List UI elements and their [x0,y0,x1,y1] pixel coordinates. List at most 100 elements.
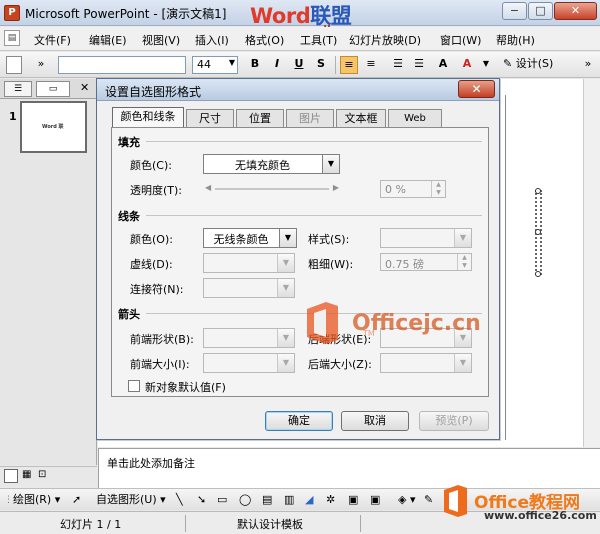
picture-icon[interactable]: ▣ [370,492,380,508]
oval-icon[interactable]: ◯ [239,492,251,508]
increase-font-icon[interactable]: A [434,56,452,74]
slide-canvas[interactable] [505,95,583,440]
chevron-down-icon[interactable]: ▼ [277,354,294,372]
font-name-field[interactable] [58,56,186,74]
toolbar-chevron-icon[interactable]: » [36,56,46,74]
align-center-icon[interactable]: ≡ [340,56,358,74]
tab-picture[interactable]: 图片 [286,109,334,127]
menu-window[interactable]: 窗口(W) [440,32,481,48]
default-checkbox[interactable] [128,380,140,392]
begin-size-label: 前端大小(I): [130,358,190,371]
numbering-icon[interactable]: ☰ [389,56,407,74]
slide-thumbnail[interactable]: Word 联 [20,101,87,153]
autoshapes-menu[interactable]: 自选图形(U) ▾ [96,492,166,508]
line-style-label: 样式(S): [308,233,350,246]
resize-handle[interactable] [535,188,541,194]
chevron-down-icon[interactable]: ▼ [277,329,294,347]
dialog-title-bar: 设置自选图形格式 ✕ [97,79,499,101]
transparency-spinner[interactable]: 0 % ▲ ▼ [380,180,446,198]
slideshow-icon[interactable]: ⊡ [38,469,52,483]
spin-up-icon[interactable]: ▲ [457,254,471,262]
dashed-select[interactable]: ▼ [203,253,295,273]
chevron-down-icon[interactable]: ▼ [322,155,339,173]
format-autoshape-dialog: 设置自选图形格式 ✕ 颜色和线条 尺寸 位置 图片 文本框 Web 填充 颜色(… [96,78,500,440]
menu-format[interactable]: 格式(O) [245,32,284,48]
font-size-field[interactable]: 44 ▼ [192,56,238,74]
end-size-select[interactable]: ▼ [380,353,472,373]
fill-color-icon[interactable]: ◈ ▾ [398,492,415,508]
underline-button[interactable]: U [290,56,308,74]
rectangle-icon[interactable]: ▭ [217,492,227,508]
new-document-icon[interactable] [6,56,22,74]
tab-textbox[interactable]: 文本框 [336,109,386,127]
menu-edit[interactable]: 编辑(E) [89,32,127,48]
resize-handle[interactable] [535,271,541,277]
notes-pane[interactable]: 单击此处添加备注 [98,448,600,488]
spin-up-icon[interactable]: ▲ [431,181,445,189]
tab-position[interactable]: 位置 [236,109,284,127]
menu-tools[interactable]: 工具(T) [300,32,337,48]
diagram-icon[interactable]: ✲ [326,492,335,508]
tab-size[interactable]: 尺寸 [186,109,234,127]
vertical-scrollbar[interactable] [583,79,600,447]
powerpoint-icon[interactable]: P [4,5,20,21]
design-button[interactable]: ✎ 设计(S) [503,56,561,74]
line-weight-spinner[interactable]: 0.75 磅 ▲ ▼ [380,253,472,271]
line-style-select[interactable]: ▼ [380,228,472,248]
cancel-button[interactable]: 取消 [341,411,409,431]
menu-slideshow[interactable]: 幻灯片放映(D) [349,32,421,48]
chevron-down-icon[interactable]: ▼ [277,254,294,272]
italic-button[interactable]: I [268,56,286,74]
close-icon[interactable]: ✕ [80,81,89,94]
arrow-icon[interactable]: ➘ [197,492,206,508]
document-icon[interactable]: ▤ [4,30,20,46]
select-objects-icon[interactable]: ➚ [72,492,81,508]
connector-select[interactable]: ▼ [203,278,295,298]
close-button[interactable]: ✕ [554,2,597,20]
textbox-vertical-icon[interactable]: ▥ [284,492,294,508]
line-color-icon[interactable]: ✎ [424,492,433,508]
tab-colors-lines[interactable]: 颜色和线条 [112,107,184,127]
begin-size-select[interactable]: ▼ [203,353,295,373]
tab-slides[interactable]: ▭ [36,81,70,97]
bold-button[interactable]: B [246,56,264,74]
spin-down-icon[interactable]: ▼ [457,262,471,270]
tab-web[interactable]: Web [388,109,442,127]
line-color-select[interactable]: 无线条颜色 ▼ [203,228,297,248]
spin-down-icon[interactable]: ▼ [431,189,445,197]
align-right-icon[interactable]: ≡ [362,56,380,74]
normal-view-icon[interactable] [4,469,18,483]
menu-insert[interactable]: 插入(I) [195,32,229,48]
toolbar-options-icon[interactable]: » [582,56,594,74]
minimize-button[interactable]: − [502,2,527,20]
tab-panel: 填充 颜色(C): 无填充颜色 ▼ 透明度(T): ◀ ▶ 0 % ▲ ▼ 线条… [111,127,489,397]
shadow-button[interactable]: S [312,56,330,74]
resize-handle[interactable] [535,229,541,235]
chevron-down-icon[interactable]: ▼ [279,229,296,247]
menu-view[interactable]: 视图(V) [142,32,180,48]
line-weight-label: 粗细(W): [308,258,354,271]
maximize-button[interactable]: □ [528,2,553,20]
slide-sorter-icon[interactable]: ▦ [22,469,36,483]
clipart-icon[interactable]: ▣ [348,492,358,508]
menu-help[interactable]: 帮助(H) [496,32,535,48]
bullets-icon[interactable]: ☰ [410,56,428,74]
tab-outline[interactable]: ☰ [4,81,32,97]
chevron-down-icon[interactable]: ▼ [454,354,471,372]
chevron-down-icon[interactable]: ▼ [229,58,235,67]
menu-file[interactable]: 文件(F) [34,32,71,48]
wordart-icon[interactable]: ◢ [305,492,313,508]
chevron-down-icon[interactable]: ▼ [277,279,294,297]
transparency-slider[interactable]: ◀ ▶ [205,183,339,195]
preview-button[interactable]: 预览(P) [419,411,489,431]
begin-style-select[interactable]: ▼ [203,328,295,348]
fill-color-select[interactable]: 无填充颜色 ▼ [203,154,340,174]
line-icon[interactable]: ╲ [176,492,183,508]
chevron-down-icon[interactable]: ▼ [454,229,471,247]
textbox-icon[interactable]: ▤ [262,492,272,508]
draw-menu[interactable]: 绘图(R) ▾ [13,492,60,508]
font-color-icon[interactable]: A [458,56,476,74]
ok-button[interactable]: 确定 [265,411,333,431]
chevron-down-icon[interactable]: ▼ [480,56,492,74]
dialog-close-button[interactable]: ✕ [458,80,495,98]
